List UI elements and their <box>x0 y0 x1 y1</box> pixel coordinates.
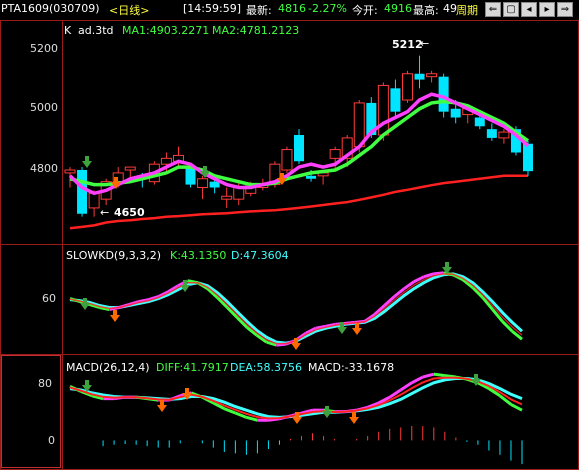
candle-body <box>197 178 209 188</box>
candle-body <box>281 149 293 171</box>
buy-arrow-icon <box>110 310 120 322</box>
macd-diff-segment <box>246 415 258 422</box>
macd-diff-segment <box>422 372 435 379</box>
macd-diff-segment <box>411 375 424 385</box>
candle-body <box>221 195 233 200</box>
candle-body <box>329 149 341 159</box>
kd-k-segment <box>511 330 523 341</box>
slow-ma-line <box>69 174 528 230</box>
candle-body <box>426 73 438 78</box>
candle-body <box>486 129 497 138</box>
sell-arrow-icon <box>82 156 92 168</box>
buy-arrow-icon <box>349 412 359 424</box>
kd-d-line <box>69 272 524 345</box>
buy-arrow-icon <box>157 400 167 412</box>
candle-body <box>77 170 88 214</box>
candle-body <box>474 117 485 127</box>
candle-body <box>414 73 425 80</box>
candle-body <box>64 169 76 174</box>
candle-body <box>523 143 533 172</box>
kd-signal-line <box>69 273 523 345</box>
candle-body <box>160 157 172 165</box>
sell-arrow-icon <box>322 406 332 418</box>
candle-body <box>88 192 100 209</box>
candle-body <box>498 131 510 139</box>
candle-body <box>438 76 449 112</box>
candle-body <box>390 88 401 112</box>
macd-diff-segment <box>510 403 523 412</box>
candle-body <box>294 135 304 162</box>
chart-canvas[interactable] <box>0 0 579 470</box>
candle-body <box>209 181 220 188</box>
candle-body <box>124 166 136 171</box>
candle-body <box>450 108 461 118</box>
kd-k-segment <box>403 280 415 290</box>
macd-diff-segment <box>433 372 446 378</box>
sell-arrow-icon <box>442 262 452 274</box>
candle-body <box>401 73 413 101</box>
candle-body <box>306 175 317 179</box>
macd-diff-segment <box>499 394 512 406</box>
